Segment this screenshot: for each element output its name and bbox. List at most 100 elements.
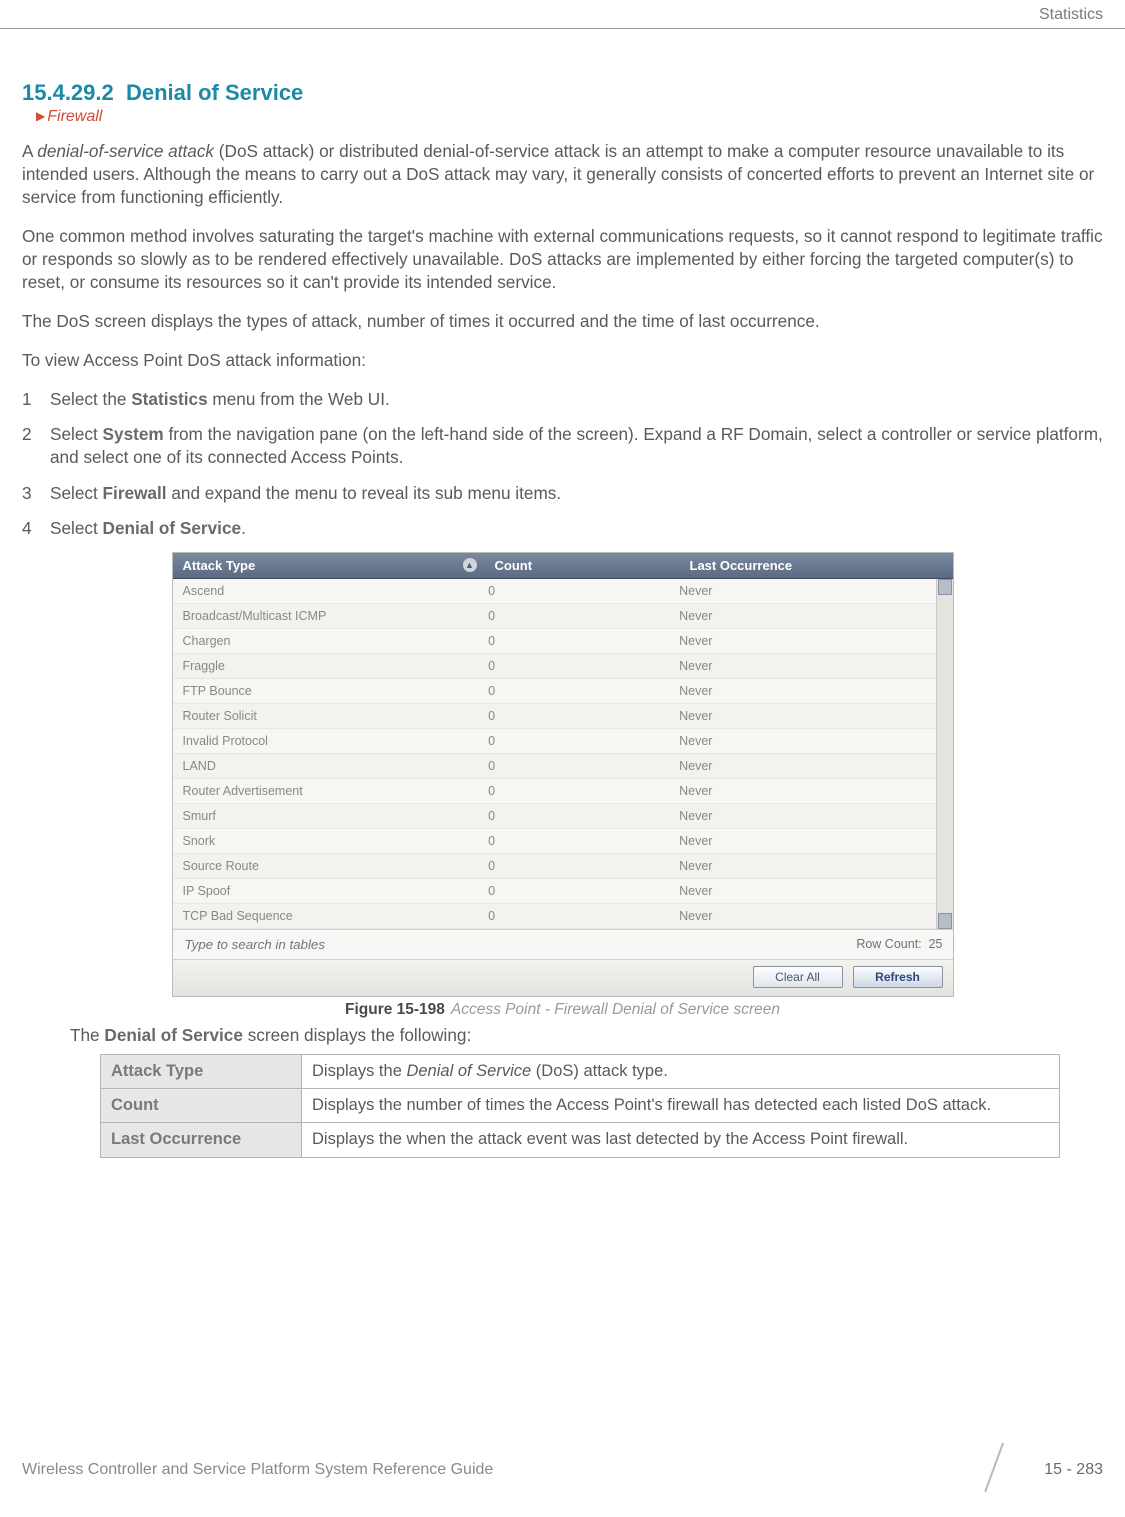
text: .: [241, 518, 246, 538]
scroll-up-icon[interactable]: [938, 579, 952, 595]
col-header-attack-type[interactable]: Attack Type ▲: [173, 553, 485, 578]
text: 25: [929, 937, 943, 951]
cell-count: 0: [478, 779, 669, 803]
text-bold: Firewall: [103, 483, 167, 503]
paragraph-2: One common method involves saturating th…: [22, 225, 1103, 294]
cell-last: Never: [669, 829, 936, 853]
cell-attack: Source Route: [173, 854, 479, 878]
cell-last: Never: [669, 629, 936, 653]
cell-count: 0: [478, 754, 669, 778]
sort-asc-icon[interactable]: ▲: [463, 558, 477, 572]
ref-desc: Displays the when the attack event was l…: [302, 1123, 1060, 1157]
table-row[interactable]: Ascend0Never: [173, 579, 937, 604]
paragraph-4: To view Access Point DoS attack informat…: [22, 349, 1103, 372]
table-row[interactable]: LAND0Never: [173, 754, 937, 779]
text: Select: [50, 483, 103, 503]
text-bold: Denial of Service: [103, 518, 242, 538]
header-section-label: Statistics: [1039, 6, 1103, 24]
cell-count: 0: [478, 604, 669, 628]
cell-attack: Smurf: [173, 804, 479, 828]
table-body: Ascend0Never Broadcast/Multicast ICMP0Ne…: [173, 579, 953, 929]
dos-screenshot: Attack Type ▲ Count Last Occurrence Asce…: [172, 552, 954, 997]
cell-last: Never: [669, 754, 936, 778]
cell-attack: IP Spoof: [173, 879, 479, 903]
table-row[interactable]: Snork0Never: [173, 829, 937, 854]
text: Select: [50, 518, 103, 538]
text: from the navigation pane (on the left-ha…: [50, 424, 1103, 467]
text: and expand the menu to reveal its sub me…: [167, 483, 562, 503]
ref-row: Count Displays the number of times the A…: [101, 1089, 1060, 1123]
table-row[interactable]: Chargen0Never: [173, 629, 937, 654]
breadcrumb[interactable]: ▶Firewall: [36, 108, 1103, 126]
cell-last: Never: [669, 904, 936, 928]
table-row[interactable]: Router Advertisement0Never: [173, 779, 937, 804]
section-number: 15.4.29.2: [22, 80, 114, 105]
followup-text: The Denial of Service screen displays th…: [70, 1025, 1103, 1046]
cell-count: 0: [478, 804, 669, 828]
text: Attack Type: [183, 558, 256, 573]
cell-attack: Broadcast/Multicast ICMP: [173, 604, 479, 628]
clear-all-button[interactable]: Clear All: [753, 966, 843, 988]
table-header-row: Attack Type ▲ Count Last Occurrence: [173, 553, 953, 579]
table-row[interactable]: Source Route0Never: [173, 854, 937, 879]
footer-title: Wireless Controller and Service Platform…: [22, 1461, 493, 1479]
cell-count: 0: [478, 579, 669, 603]
text: (DoS) attack type.: [531, 1062, 668, 1080]
cell-count: 0: [478, 654, 669, 678]
step-3: Select Firewall and expand the menu to r…: [22, 482, 1103, 505]
table-row[interactable]: Router Solicit0Never: [173, 704, 937, 729]
cell-attack: Router Solicit: [173, 704, 479, 728]
ref-desc: Displays the number of times the Access …: [302, 1089, 1060, 1123]
table-row[interactable]: FTP Bounce0Never: [173, 679, 937, 704]
text: Row Count:: [856, 937, 921, 951]
cell-last: Never: [669, 704, 936, 728]
cell-last: Never: [669, 679, 936, 703]
reference-table: Attack Type Displays the Denial of Servi…: [100, 1054, 1060, 1158]
table-row[interactable]: TCP Bad Sequence0Never: [173, 904, 937, 929]
cell-attack: Snork: [173, 829, 479, 853]
cell-last: Never: [669, 779, 936, 803]
scrollbar[interactable]: [936, 579, 953, 929]
cell-attack: LAND: [173, 754, 479, 778]
table-row[interactable]: Broadcast/Multicast ICMP0Never: [173, 604, 937, 629]
cell-attack: Ascend: [173, 579, 479, 603]
step-2: Select System from the navigation pane (…: [22, 423, 1103, 469]
text-emphasis: Denial of Service: [406, 1062, 531, 1080]
cell-last: Never: [669, 579, 936, 603]
text: menu from the Web UI.: [208, 389, 390, 409]
cell-last: Never: [669, 879, 936, 903]
section-heading: 15.4.29.2 Denial of Service: [22, 80, 1103, 106]
ref-label: Attack Type: [101, 1054, 302, 1088]
row-count: Row Count: 25: [856, 937, 942, 951]
scroll-down-icon[interactable]: [938, 913, 952, 929]
refresh-button[interactable]: Refresh: [853, 966, 943, 988]
cell-count: 0: [478, 854, 669, 878]
col-header-count[interactable]: Count: [485, 553, 680, 578]
table-footer-buttons: Clear All Refresh: [173, 959, 953, 996]
col-header-last-occurrence[interactable]: Last Occurrence: [680, 553, 953, 578]
table-row[interactable]: Smurf0Never: [173, 804, 937, 829]
ref-row: Attack Type Displays the Denial of Servi…: [101, 1054, 1060, 1088]
paragraph-1: A denial-of-service attack (DoS attack) …: [22, 140, 1103, 209]
cell-last: Never: [669, 729, 936, 753]
table-row[interactable]: Fraggle0Never: [173, 654, 937, 679]
cell-count: 0: [478, 829, 669, 853]
text-bold: Denial of Service: [104, 1025, 243, 1045]
ref-desc: Displays the Denial of Service (DoS) att…: [302, 1054, 1060, 1088]
cell-last: Never: [669, 654, 936, 678]
table-row[interactable]: Invalid Protocol0Never: [173, 729, 937, 754]
text: The: [70, 1025, 104, 1045]
header-rule: [0, 28, 1125, 29]
text-emphasis: denial-of-service attack: [37, 141, 214, 161]
ref-label: Last Occurrence: [101, 1123, 302, 1157]
cell-last: Never: [669, 804, 936, 828]
cell-last: Never: [669, 854, 936, 878]
text: A: [22, 141, 37, 161]
table-search-input[interactable]: [183, 936, 427, 953]
ref-row: Last Occurrence Displays the when the at…: [101, 1123, 1060, 1157]
table-row[interactable]: IP Spoof0Never: [173, 879, 937, 904]
figure-text: Access Point - Firewall Denial of Servic…: [451, 1001, 780, 1018]
footer-page-number: 15 - 283: [1044, 1461, 1103, 1479]
page-footer: Wireless Controller and Service Platform…: [22, 1447, 1103, 1493]
step-4: Select Denial of Service.: [22, 517, 1103, 540]
